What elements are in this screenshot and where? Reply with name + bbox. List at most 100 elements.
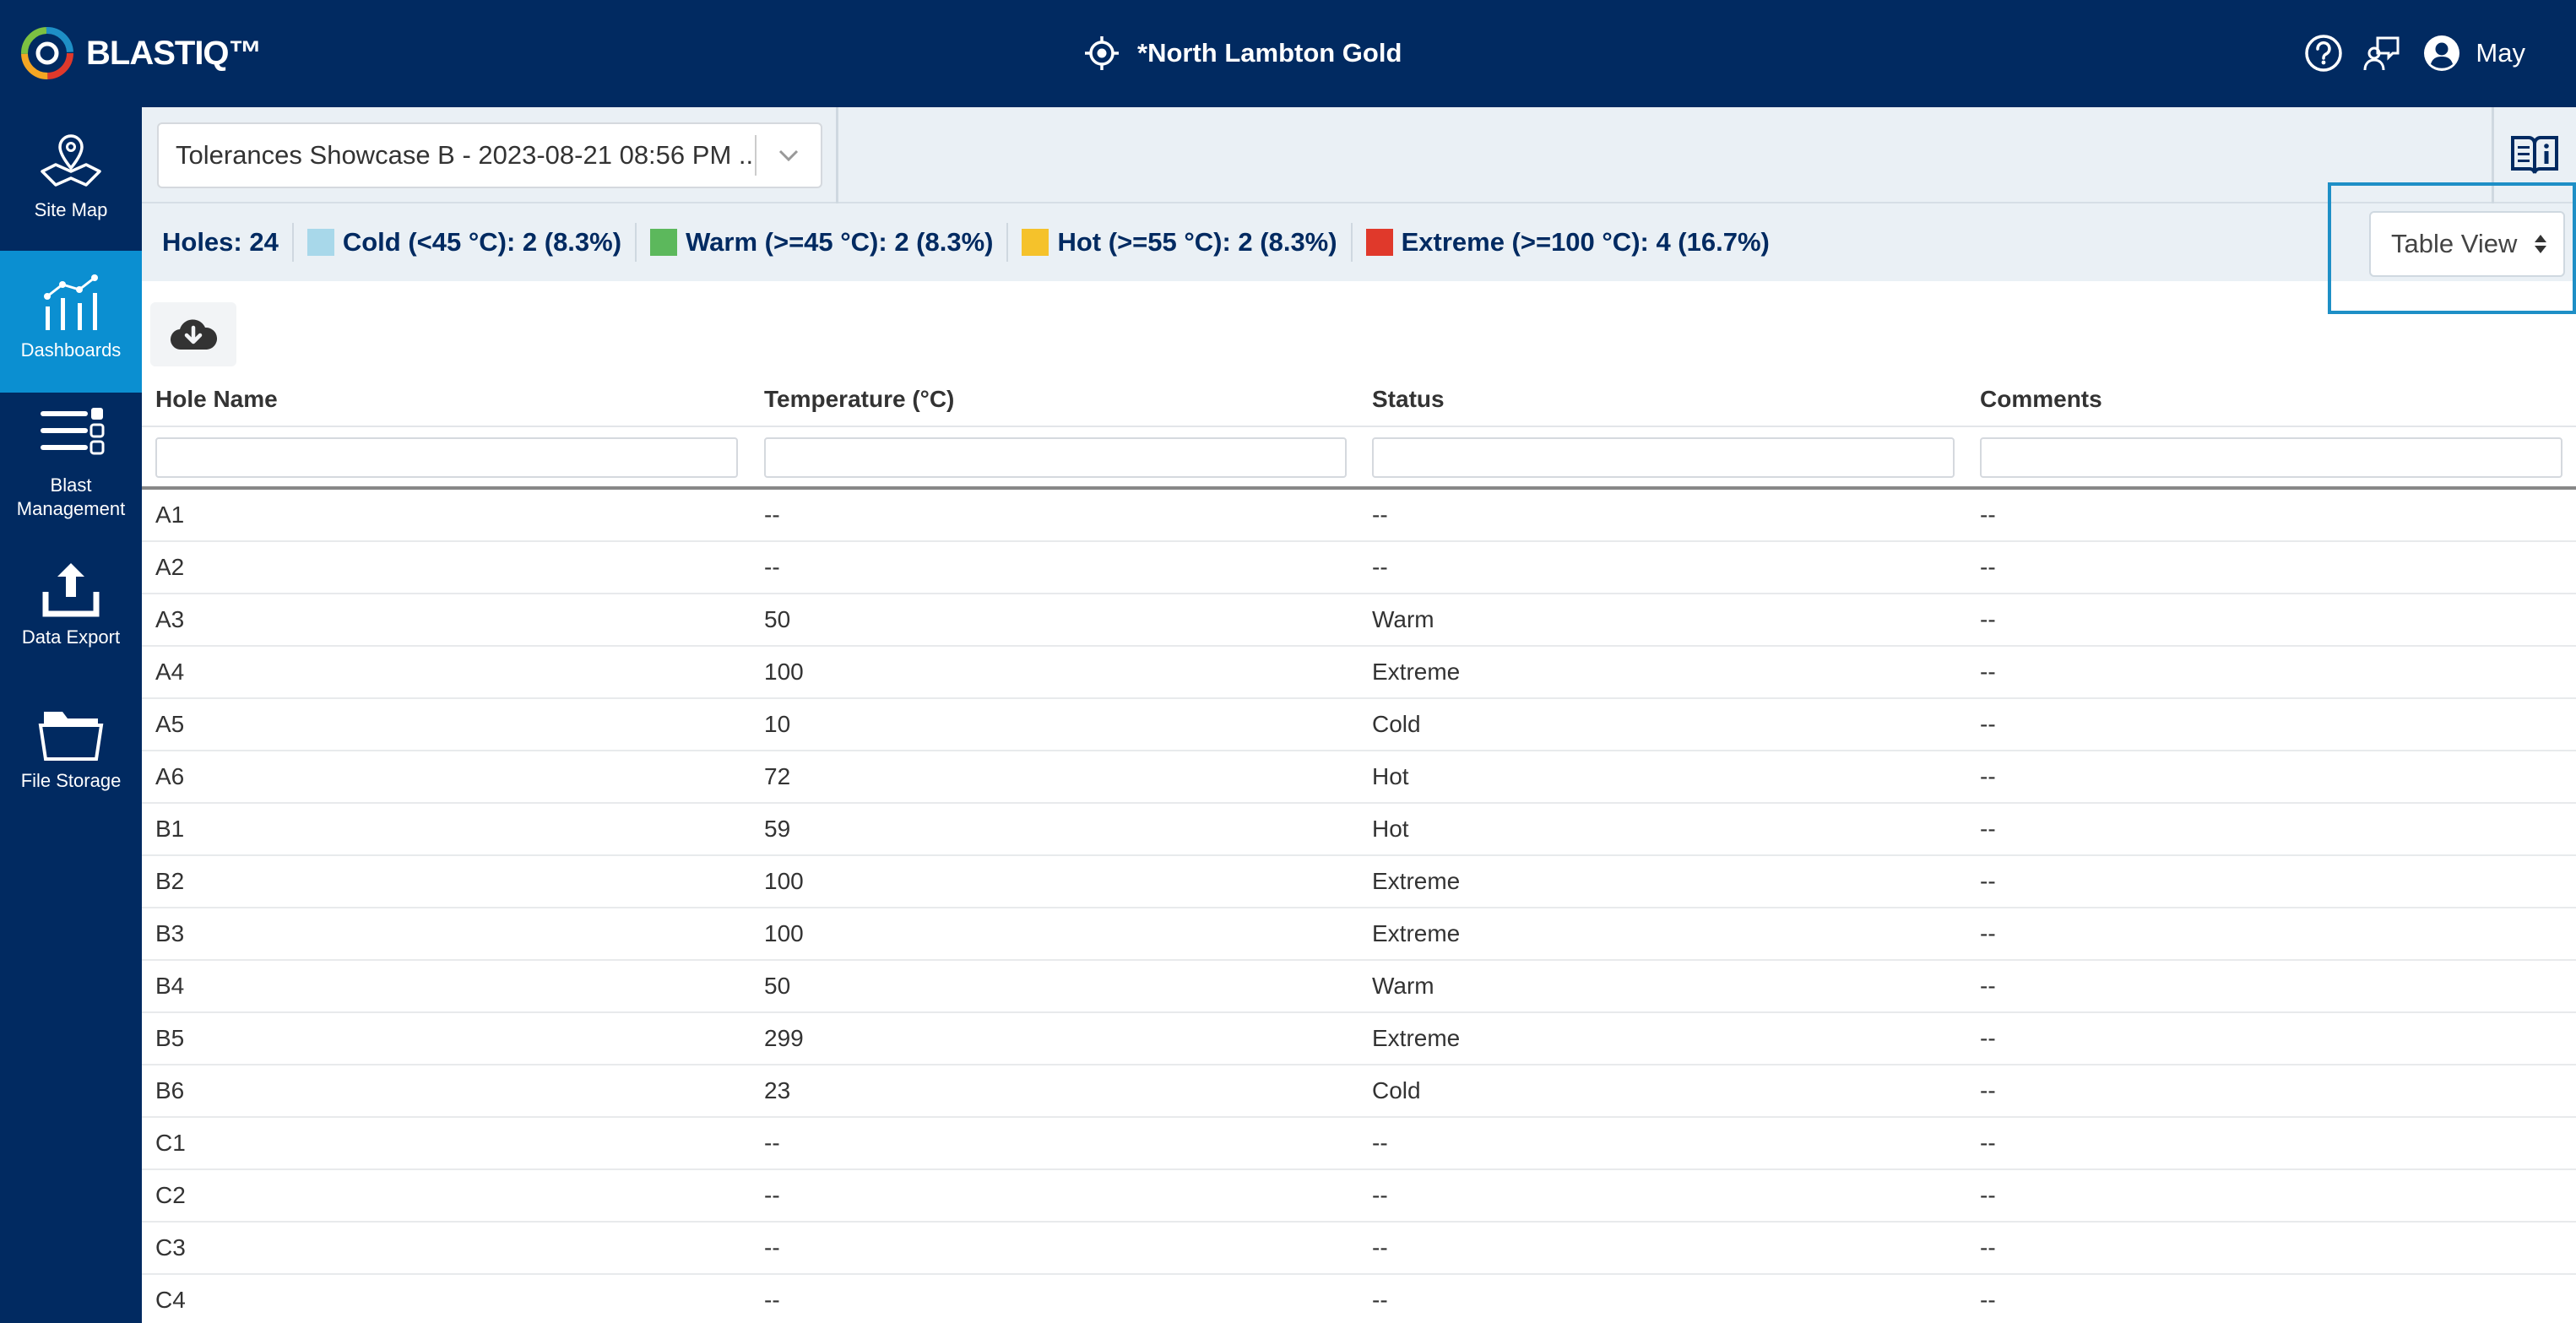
book-info-icon[interactable]	[2510, 133, 2559, 176]
hole-name-cell: A3	[155, 606, 185, 632]
table-row[interactable]: B3 100 Extreme --	[142, 908, 2576, 961]
chevron-down-icon[interactable]	[757, 122, 821, 188]
temperature-cell: 100	[764, 920, 804, 946]
temperature-cell: 299	[764, 1025, 804, 1051]
sidebar-item-blast-management[interactable]: Blast Management	[0, 408, 142, 543]
sidebar-item-label: File Storage	[20, 770, 122, 791]
hole-name-cell: C3	[155, 1234, 186, 1261]
header-hole-name[interactable]: Hole Name	[155, 380, 278, 419]
upload-icon	[42, 563, 100, 617]
comments-cell: --	[1980, 659, 1996, 685]
temperature-cell: 72	[764, 763, 791, 789]
help-icon	[2305, 35, 2343, 72]
comments-cell: --	[1980, 711, 1996, 737]
view-select[interactable]: Table View	[2369, 211, 2565, 277]
temperature-cell: --	[764, 1182, 780, 1208]
sidebar-item-data-export[interactable]: Data Export	[0, 560, 142, 678]
legend-extreme: Extreme (>=100 °C): 4 (16.7%)	[1365, 222, 1770, 263]
comments-cell: --	[1980, 1077, 1996, 1103]
dashboard-chart-icon	[44, 274, 98, 330]
hole-name-cell: A5	[155, 711, 185, 737]
temperature-cell: 10	[764, 711, 791, 737]
temperature-cell: 50	[764, 973, 791, 999]
comments-cell: --	[1980, 868, 1996, 894]
legend-cold: Cold (<45 °C): 2 (8.3%)	[306, 222, 621, 263]
help-button[interactable]	[2303, 33, 2344, 73]
sort-arrows-icon	[2535, 235, 2546, 253]
hot-swatch	[1022, 229, 1049, 256]
legend-hot: Hot (>=55 °C): 2 (8.3%)	[1022, 222, 1337, 263]
extreme-swatch	[1365, 229, 1393, 256]
status-cell: --	[1372, 554, 1388, 580]
hole-name-cell: C2	[155, 1182, 186, 1208]
cold-swatch	[306, 229, 334, 256]
table-row[interactable]: A4 100 Extreme --	[142, 647, 2576, 699]
status-cell: Extreme	[1372, 1025, 1461, 1051]
blastiq-logo[interactable]: BLASTIQ™	[17, 22, 263, 84]
table-row[interactable]: B2 100 Extreme --	[142, 856, 2576, 908]
table-row[interactable]: B5 299 Extreme --	[142, 1013, 2576, 1065]
table-row[interactable]: A2 -- -- --	[142, 542, 2576, 594]
folder-icon	[38, 712, 104, 761]
table-row[interactable]: B4 50 Warm --	[142, 961, 2576, 1013]
logo-text: BLASTIQ™	[86, 34, 263, 72]
comments-filter[interactable]	[1980, 437, 2562, 478]
hole-name-cell: A4	[155, 659, 185, 685]
table-row[interactable]: C3 -- -- --	[142, 1223, 2576, 1275]
status-cell: Hot	[1372, 816, 1409, 842]
temperature-cell: 100	[764, 868, 804, 894]
table-row[interactable]: C4 -- -- --	[142, 1275, 2576, 1323]
comments-cell: --	[1980, 973, 1996, 999]
status-cell: Extreme	[1372, 659, 1461, 685]
temperature-filter[interactable]	[764, 437, 1347, 478]
status-cell: --	[1372, 1182, 1388, 1208]
comments-cell: --	[1980, 1182, 1996, 1208]
filter-row	[142, 427, 2576, 490]
top-bar: BLASTIQ™ *North Lambton Gold May	[0, 0, 2576, 107]
table-row[interactable]: C2 -- -- --	[142, 1170, 2576, 1223]
hole-name-cell: C4	[155, 1287, 186, 1313]
user-name[interactable]: May	[2476, 38, 2525, 68]
table-row[interactable]: A1 -- -- --	[142, 490, 2576, 542]
table-row[interactable]: B6 23 Cold --	[142, 1065, 2576, 1118]
comments-cell: --	[1980, 763, 1996, 789]
cloud-download-icon	[171, 319, 217, 350]
header-temperature[interactable]: Temperature (°C)	[764, 380, 954, 419]
comments-cell: --	[1980, 1287, 1996, 1313]
extreme-label: Extreme (>=100 °C): 4 (16.7%)	[1401, 227, 1770, 257]
temperature-cell: --	[764, 554, 780, 580]
hole-name-cell: B1	[155, 816, 185, 842]
comments-cell: --	[1980, 606, 1996, 632]
status-cell: Extreme	[1372, 868, 1461, 894]
sidebar-item-site-map[interactable]: Site Map	[0, 133, 142, 251]
user-avatar[interactable]	[2421, 33, 2462, 73]
summary-divider	[1350, 223, 1353, 262]
table-row[interactable]: C1 -- -- --	[142, 1118, 2576, 1170]
toolbar: Tolerances Showcase B - 2023-08-21 08:56…	[142, 107, 2576, 203]
sidebar: Site Map Dashboards Blast Management Dat…	[0, 107, 142, 1323]
table-row[interactable]: A3 50 Warm --	[142, 594, 2576, 647]
sidebar-item-label: Blast Management	[16, 474, 126, 519]
summary-divider	[291, 223, 294, 262]
site-selector[interactable]: *North Lambton Gold	[1083, 29, 1402, 78]
blast-select[interactable]: Tolerances Showcase B - 2023-08-21 08:56…	[157, 122, 822, 188]
user-icon	[2424, 35, 2460, 71]
table-row[interactable]: B1 59 Hot --	[142, 804, 2576, 856]
download-button[interactable]	[150, 302, 236, 366]
feedback-button[interactable]	[2362, 33, 2403, 73]
hole-name-cell: B2	[155, 868, 185, 894]
hole-name-filter[interactable]	[155, 437, 738, 478]
table-row[interactable]: A6 72 Hot --	[142, 751, 2576, 804]
sidebar-item-label: Dashboards	[20, 339, 122, 361]
comments-cell: --	[1980, 502, 1996, 528]
hole-name-cell: B3	[155, 920, 185, 946]
header-status[interactable]: Status	[1372, 380, 1445, 419]
sidebar-item-file-storage[interactable]: File Storage	[0, 703, 142, 821]
sidebar-item-dashboards[interactable]: Dashboards	[0, 251, 142, 393]
header-comments[interactable]: Comments	[1980, 380, 2102, 419]
warm-swatch	[650, 229, 678, 256]
temperature-cell: 23	[764, 1077, 791, 1103]
temperature-cell: --	[764, 1287, 780, 1313]
status-filter[interactable]	[1372, 437, 1955, 478]
table-row[interactable]: A5 10 Cold --	[142, 699, 2576, 751]
